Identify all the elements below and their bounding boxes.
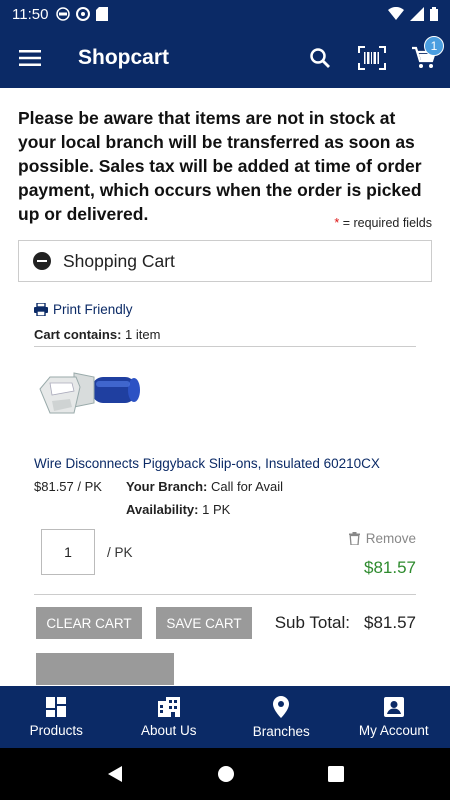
- cart-area: Print Friendly Cart contains: 1 item Wir…: [0, 302, 450, 685]
- nav-products[interactable]: Products: [0, 686, 113, 748]
- content-area[interactable]: Please be aware that items are not in st…: [0, 88, 450, 686]
- section-title: Shopping Cart: [63, 250, 175, 271]
- branch-value: Call for Avail: [207, 479, 284, 494]
- checkout-button-partial[interactable]: [36, 653, 174, 685]
- subtotal: Sub Total: $81.57: [275, 613, 416, 633]
- trash-icon: [348, 532, 360, 545]
- location-pin-icon: [273, 695, 290, 718]
- cart-button[interactable]: 1: [398, 28, 450, 88]
- account-icon: [383, 696, 404, 717]
- line-actions: Remove $81.57: [348, 529, 416, 578]
- search-button[interactable]: [294, 28, 346, 88]
- availability-value: 1 PK: [198, 502, 231, 517]
- hamburger-icon: [19, 50, 41, 66]
- at-icon: [76, 7, 91, 21]
- barcode-scan-button[interactable]: [346, 28, 398, 88]
- availability-label: Availability:: [126, 502, 199, 517]
- nav-my-account[interactable]: My Account: [338, 686, 450, 748]
- app-title: Shopcart: [78, 46, 170, 69]
- back-icon[interactable]: [106, 765, 124, 783]
- building-icon: [157, 696, 180, 717]
- availability-info: Availability: 1 PK: [126, 502, 416, 517]
- cart-contains-value: 1 item: [121, 327, 161, 342]
- quantity-unit: / PK: [107, 545, 133, 560]
- remove-label: Remove: [365, 531, 416, 546]
- status-bar: 11:50: [0, 0, 450, 28]
- app-bar: Shopcart 1: [0, 28, 450, 88]
- recents-icon[interactable]: [327, 766, 344, 782]
- nav-my-account-label: My Account: [358, 722, 429, 738]
- printer-icon: [34, 303, 48, 316]
- clear-cart-button[interactable]: CLEAR CART: [36, 607, 142, 639]
- print-friendly-label: Print Friendly: [53, 302, 133, 317]
- battery-icon: [430, 7, 438, 21]
- wifi-icon: [388, 7, 404, 20]
- bottom-nav: Products About Us Branches My Account: [0, 686, 450, 748]
- cart-contains-label: Cart contains:: [34, 327, 122, 342]
- grid-icon: [46, 696, 67, 717]
- save-cart-button[interactable]: SAVE CART: [156, 607, 252, 639]
- stock-notice: Please be aware that items are not in st…: [18, 108, 422, 224]
- quantity-input[interactable]: 1: [41, 529, 95, 575]
- line-total: $81.57: [364, 558, 416, 577]
- collapse-icon: [33, 252, 51, 270]
- cart-contains: Cart contains: 1 item: [34, 327, 416, 347]
- branch-info: Your Branch: Call for Avail: [126, 479, 283, 494]
- sd-card-icon: [96, 7, 109, 21]
- system-nav-bar: [0, 748, 450, 800]
- status-time: 11:50: [12, 5, 49, 23]
- product-image[interactable]: [34, 359, 146, 429]
- cart-count-badge: 1: [424, 36, 444, 56]
- nav-branches-label: Branches: [252, 723, 310, 739]
- print-friendly-link[interactable]: Print Friendly: [34, 302, 416, 317]
- nav-about-us-label: About Us: [140, 722, 197, 738]
- search-icon: [310, 48, 330, 68]
- remove-button[interactable]: Remove: [348, 531, 416, 546]
- product-name-link[interactable]: Wire Disconnects Piggyback Slip-ons, Ins…: [34, 456, 416, 471]
- unit-price: $81.57 / PK: [34, 479, 102, 494]
- home-icon[interactable]: [217, 765, 235, 783]
- branch-label: Your Branch:: [126, 479, 208, 494]
- quantity-row: 1 / PK Remove $81.57: [34, 529, 416, 578]
- divider: [34, 594, 416, 595]
- signal-icon: [410, 7, 424, 21]
- product-meta-row: $81.57 / PK Your Branch: Call for Avail: [34, 479, 416, 494]
- nav-about-us[interactable]: About Us: [113, 686, 226, 748]
- nav-branches[interactable]: Branches: [225, 686, 338, 748]
- menu-button[interactable]: [0, 28, 60, 88]
- barcode-scan-icon: [358, 46, 386, 70]
- shopping-cart-section-toggle[interactable]: Shopping Cart: [18, 240, 432, 282]
- nav-products-label: Products: [29, 722, 83, 738]
- required-text: = required fields: [339, 216, 432, 230]
- subtotal-label: Sub Total:: [274, 613, 350, 632]
- cart-actions: CLEAR CART SAVE CART Sub Total: $81.57: [34, 607, 416, 639]
- subtotal-value: $81.57: [364, 613, 416, 632]
- notification-icon: [56, 7, 71, 21]
